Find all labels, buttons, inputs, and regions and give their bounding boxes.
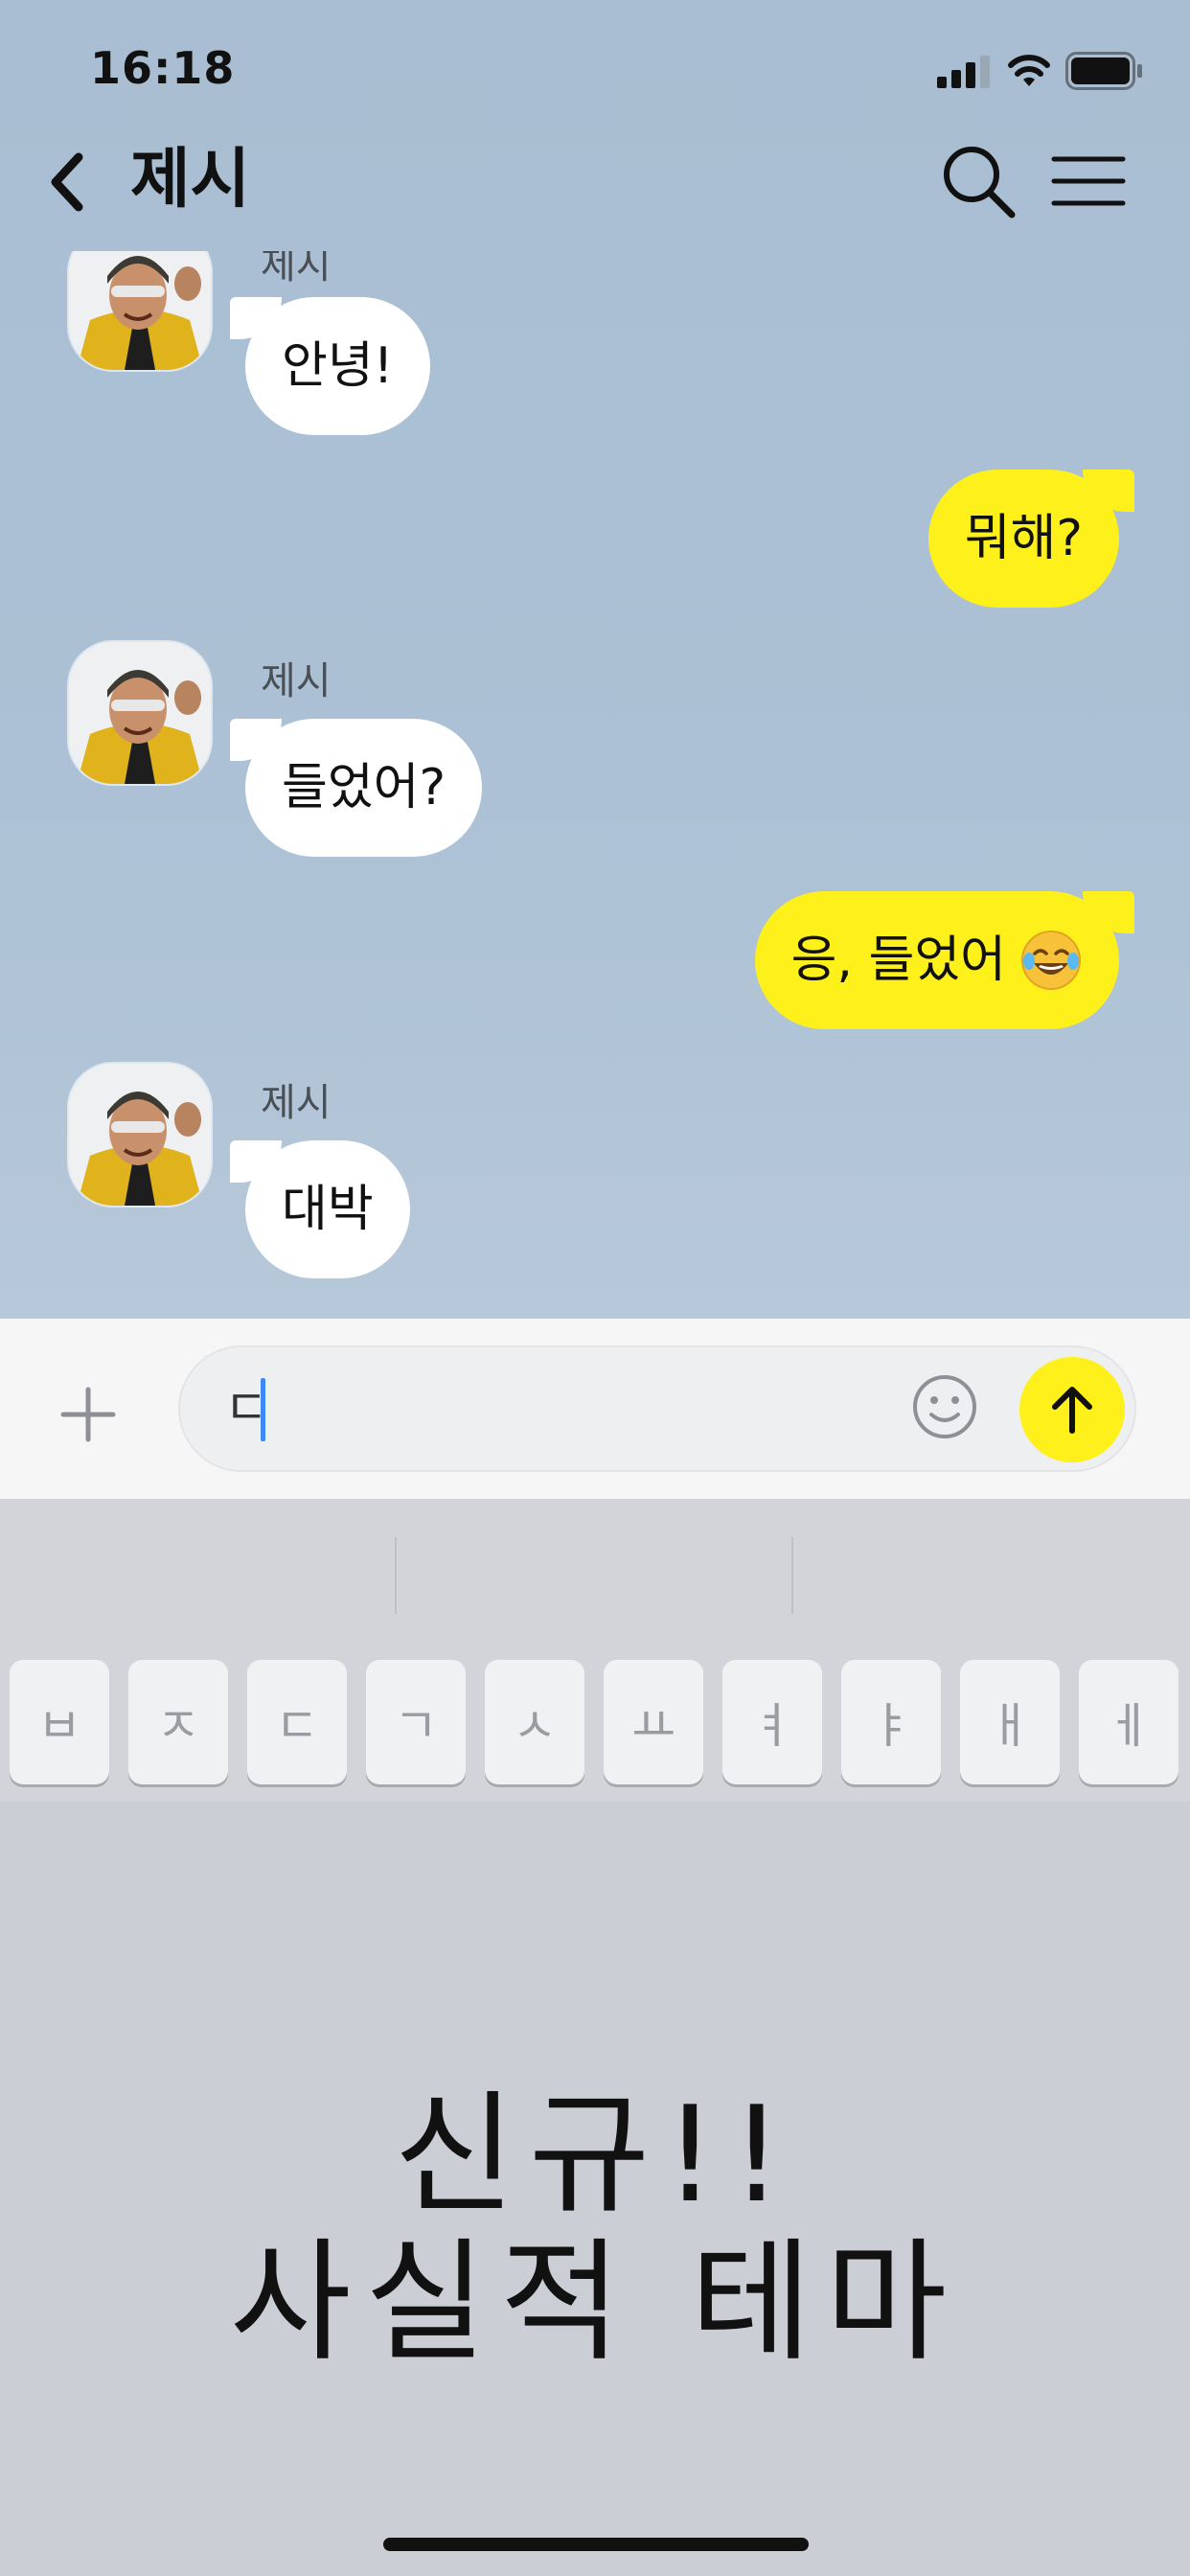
- keyboard-key[interactable]: ㄱ: [366, 1660, 466, 1784]
- battery-icon: [1065, 52, 1142, 90]
- status-bar: 16:18: [0, 0, 1190, 134]
- smiley-icon: [913, 1375, 976, 1438]
- search-icon: [944, 147, 1016, 218]
- message-text: 응, 들었어: [790, 932, 1006, 989]
- profile-photo-icon: [69, 642, 211, 784]
- search-button[interactable]: [939, 142, 1018, 220]
- emoticon-button[interactable]: [910, 1372, 979, 1441]
- hamburger-menu-icon: [1051, 156, 1126, 206]
- keyboard-key[interactable]: ㅛ: [604, 1660, 703, 1784]
- arrow-up-icon: [1052, 1387, 1092, 1434]
- sender-name: 제시: [261, 1081, 332, 1125]
- status-time: 16:18: [90, 42, 236, 94]
- keyboard-key[interactable]: ㅂ: [10, 1660, 109, 1784]
- chat-area: 16:18 제시 제시 안녕! 뭐해? 제시 들었어? 응, 들었어 제시 대박: [0, 0, 1190, 1319]
- profile-photo-icon: [69, 1064, 211, 1206]
- plus-icon: [60, 1387, 116, 1442]
- keyboard-key[interactable]: ㅅ: [485, 1660, 584, 1784]
- promo-subtitle: 사실적 테마: [229, 2225, 961, 2380]
- message-text: 대박: [282, 1181, 374, 1238]
- message-input[interactable]: [178, 1346, 1136, 1472]
- back-button[interactable]: [38, 144, 96, 220]
- face-with-tears-of-joy-icon: [1021, 931, 1081, 990]
- keyboard-key[interactable]: ㅕ: [722, 1660, 822, 1784]
- cellular-signal-icon: [937, 56, 990, 88]
- incoming-message-bubble[interactable]: 들었어?: [229, 719, 483, 857]
- incoming-message-bubble[interactable]: 안녕!: [230, 297, 430, 435]
- keyboard-key[interactable]: ㅐ: [960, 1660, 1060, 1784]
- keyboard-key[interactable]: ㅑ: [841, 1660, 941, 1784]
- suggestion-divider: [791, 1537, 793, 1614]
- chat-title: 제시: [130, 142, 251, 218]
- message-text: 뭐해?: [964, 510, 1083, 567]
- outgoing-message-bubble[interactable]: 응, 들었어: [754, 891, 1135, 1029]
- keyboard-key[interactable]: ㅈ: [128, 1660, 228, 1784]
- attach-button[interactable]: [54, 1380, 123, 1449]
- profile-photo-icon: [69, 251, 211, 370]
- text-cursor: [261, 1378, 265, 1441]
- send-button[interactable]: [1019, 1357, 1125, 1462]
- message-list: 제시 안녕! 뭐해? 제시 들었어? 응, 들었어 제시 대박: [0, 251, 1190, 1319]
- chevron-left-icon: [51, 152, 83, 212]
- avatar[interactable]: [69, 251, 211, 370]
- avatar[interactable]: [69, 1064, 211, 1206]
- outgoing-message-bubble[interactable]: 뭐해?: [927, 470, 1135, 608]
- incoming-message-bubble[interactable]: 대박: [230, 1140, 410, 1278]
- keyboard-key[interactable]: ㄷ: [247, 1660, 347, 1784]
- wifi-icon: [1008, 55, 1050, 86]
- message-text: 들었어?: [282, 759, 446, 816]
- message-text: 안녕!: [282, 337, 394, 395]
- suggestion-divider: [395, 1537, 397, 1614]
- avatar[interactable]: [69, 642, 211, 784]
- menu-button[interactable]: [1050, 150, 1127, 213]
- sender-name: 제시: [261, 251, 332, 288]
- keyboard-key[interactable]: ㅔ: [1079, 1660, 1179, 1784]
- sender-name: 제시: [261, 659, 332, 703]
- home-indicator: [383, 2538, 809, 2551]
